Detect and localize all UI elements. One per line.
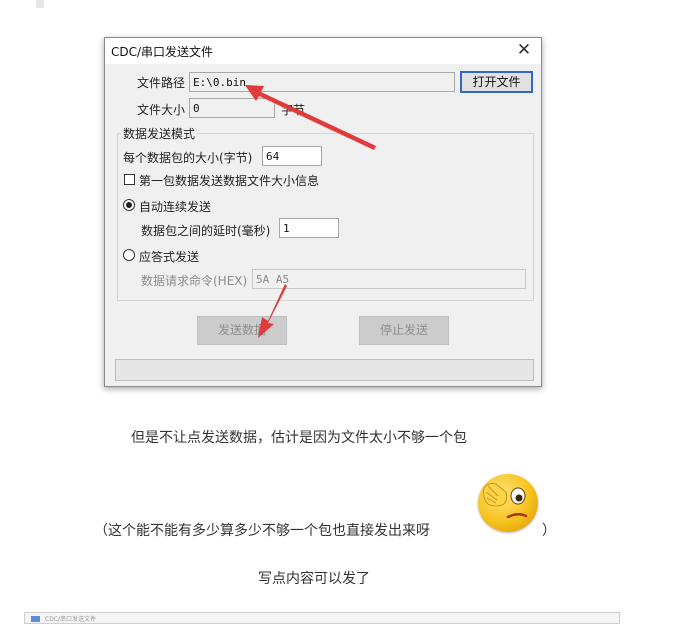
packet-delay-label: 数据包之间的延时(毫秒)	[141, 224, 271, 238]
packet-size-label: 每个数据包的大小(字节)	[123, 151, 253, 165]
first-packet-size-checkbox[interactable]	[124, 174, 135, 185]
send-file-dialog: CDC/串口发送文件 ✕ 文件路径 E:\0.bin 打开文件 文件大小 0 字…	[104, 37, 542, 387]
dialog-titlebar: CDC/串口发送文件 ✕	[105, 38, 541, 64]
emoji-face-details	[483, 483, 528, 519]
packet-delay-input[interactable]: 1	[279, 218, 339, 238]
file-size-unit: 字节	[281, 103, 306, 117]
page-corner-mark	[36, 0, 44, 8]
packet-size-input[interactable]: 64	[262, 146, 322, 166]
request-command-input[interactable]: 5A A5	[252, 269, 526, 289]
response-send-radio[interactable]	[123, 249, 135, 261]
send-mode-group-title: 数据发送模式	[121, 125, 198, 142]
post-text-line-2-close: ）	[542, 523, 556, 539]
thumbnail-title: CDC/串口发送文件	[45, 616, 97, 623]
send-data-button[interactable]: 发送数据	[197, 316, 287, 345]
auto-send-label[interactable]: 自动连续发送	[139, 198, 211, 215]
covering-eye-emoji	[478, 474, 538, 532]
send-progress-bar	[115, 359, 534, 381]
post-text-line-1: 但是不让点发送数据，估计是因为文件太小不够一个包	[131, 430, 467, 446]
file-size-label: 文件大小	[137, 103, 186, 117]
file-size-field: 0	[189, 98, 275, 118]
file-path-field[interactable]: E:\0.bin	[189, 72, 455, 92]
file-path-label: 文件路径	[137, 76, 186, 90]
window-icon	[31, 616, 40, 622]
dialog-title: CDC/串口发送文件	[111, 45, 214, 59]
open-file-button[interactable]: 打开文件	[460, 71, 533, 93]
request-command-label: 数据请求命令(HEX)	[141, 274, 248, 288]
post-text-line-3: 写点内容可以发了	[258, 571, 370, 587]
response-send-label[interactable]: 应答式发送	[139, 248, 199, 265]
auto-send-radio[interactable]	[123, 199, 135, 211]
post-text-line-2: （这个能不能有多少算多少不够一个包也直接发出来呀	[94, 523, 430, 539]
close-icon[interactable]: ✕	[507, 38, 541, 64]
next-screenshot-thumbnail: CDC/串口发送文件	[24, 612, 620, 624]
stop-send-button[interactable]: 停止发送	[359, 316, 449, 345]
first-packet-size-label[interactable]: 第一包数据发送数据文件大小信息	[139, 172, 319, 189]
